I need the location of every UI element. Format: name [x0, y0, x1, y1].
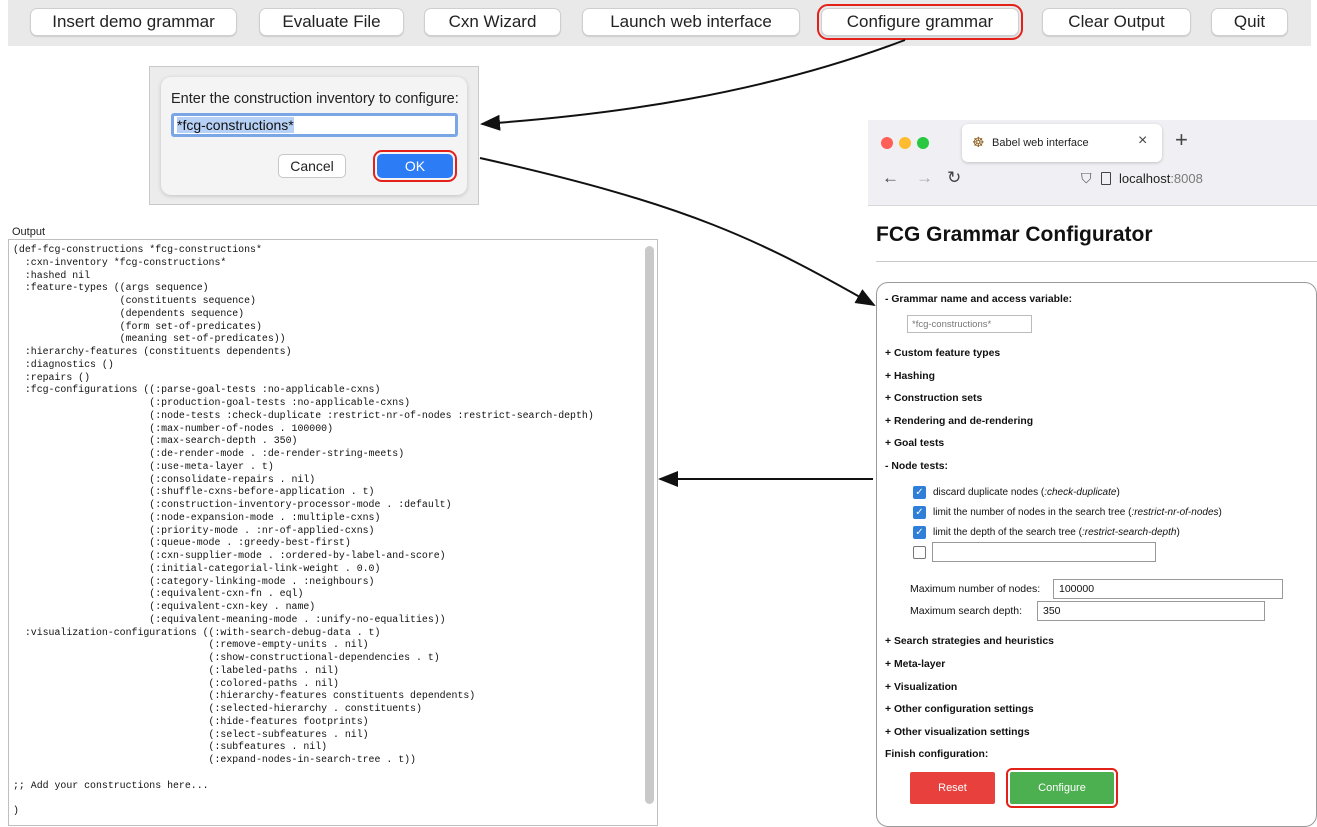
- ok-button[interactable]: OK: [373, 150, 457, 182]
- page-info-icon[interactable]: [1101, 172, 1111, 185]
- url-port: :8008: [1170, 171, 1203, 186]
- section-construction-sets[interactable]: + Construction sets: [885, 393, 982, 404]
- cxn-wizard-button[interactable]: Cxn Wizard: [424, 8, 561, 36]
- shield-icon[interactable]: ⛉: [1081, 170, 1092, 187]
- node-test-label: limit the depth of the search tree (:res…: [933, 527, 1180, 538]
- checkbox-restrict-search-depth[interactable]: ✓: [913, 526, 926, 539]
- reload-icon[interactable]: ↻: [947, 168, 961, 188]
- dialog-card: Enter the construction inventory to conf…: [161, 77, 467, 195]
- configurator-form: - Grammar name and access variable: *fcg…: [876, 282, 1317, 827]
- section-other-config[interactable]: + Other configuration settings: [885, 704, 1034, 715]
- section-visualization[interactable]: + Visualization: [885, 682, 957, 693]
- zoom-window-icon[interactable]: [917, 137, 929, 149]
- inventory-name-value: *fcg-constructions*: [177, 117, 294, 133]
- close-tab-icon[interactable]: ×: [1138, 132, 1147, 150]
- arrow-configure-to-dialog: [480, 39, 906, 131]
- configure-button[interactable]: Configure: [1006, 768, 1118, 808]
- babel-favicon-icon: ☸: [972, 134, 985, 150]
- inventory-name-input[interactable]: *fcg-constructions*: [171, 113, 458, 137]
- checkbox-restrict-nr-of-nodes[interactable]: ✓: [913, 506, 926, 519]
- custom-node-test-input[interactable]: [932, 542, 1156, 562]
- output-title: Output: [12, 226, 46, 238]
- max-nodes-input[interactable]: 100000: [1053, 579, 1283, 599]
- output-panel: (def-fcg-constructions *fcg-construction…: [8, 239, 658, 826]
- max-depth-input[interactable]: 350: [1037, 601, 1265, 621]
- page-title: FCG Grammar Configurator: [876, 223, 1153, 246]
- section-rendering[interactable]: + Rendering and de-rendering: [885, 416, 1033, 427]
- toolbar: Insert demo grammar Evaluate File Cxn Wi…: [8, 0, 1311, 46]
- tab-title: Babel web interface: [992, 137, 1089, 149]
- checkbox-check-duplicate[interactable]: ✓: [913, 486, 926, 499]
- dialog-prompt: Enter the construction inventory to conf…: [171, 91, 459, 107]
- section-other-visualization[interactable]: + Other visualization settings: [885, 727, 1030, 738]
- section-grammar-name[interactable]: - Grammar name and access variable:: [885, 294, 1072, 305]
- node-test-label: discard duplicate nodes (:check-duplicat…: [933, 487, 1120, 498]
- url-host: localhost: [1119, 171, 1171, 186]
- section-hashing[interactable]: + Hashing: [885, 371, 935, 382]
- reset-button[interactable]: Reset: [910, 772, 995, 804]
- forward-icon[interactable]: →: [916, 168, 933, 188]
- browser-window: ☸ Babel web interface × + ← → ↻ ⛉ localh…: [868, 120, 1317, 827]
- evaluate-file-button[interactable]: Evaluate File: [259, 8, 404, 36]
- clear-output-button[interactable]: Clear Output: [1042, 8, 1191, 36]
- finish-heading: Finish configuration:: [885, 749, 989, 760]
- close-window-icon[interactable]: [881, 137, 893, 149]
- section-custom-feature-types[interactable]: + Custom feature types: [885, 348, 1000, 359]
- max-depth-label: Maximum search depth:: [910, 605, 1023, 617]
- browser-chrome: ☸ Babel web interface × + ← → ↻ ⛉ localh…: [868, 120, 1317, 206]
- section-meta-layer[interactable]: + Meta-layer: [885, 659, 945, 670]
- output-text: (def-fcg-constructions *fcg-construction…: [13, 244, 594, 816]
- title-divider: [876, 261, 1317, 262]
- cancel-button[interactable]: Cancel: [278, 154, 346, 178]
- minimize-window-icon[interactable]: [899, 137, 911, 149]
- checkbox-custom-node-test[interactable]: [913, 546, 926, 559]
- max-nodes-label: Maximum number of nodes:: [910, 583, 1041, 595]
- new-tab-icon[interactable]: +: [1175, 127, 1188, 153]
- grammar-name-input[interactable]: *fcg-constructions*: [907, 315, 1032, 333]
- configure-grammar-button[interactable]: Configure grammar: [817, 4, 1023, 40]
- back-icon[interactable]: ←: [882, 168, 899, 188]
- section-node-tests[interactable]: - Node tests:: [885, 461, 948, 472]
- url-bar[interactable]: localhost:8008: [1119, 171, 1203, 186]
- output-scrollbar[interactable]: [645, 246, 654, 804]
- browser-tab[interactable]: ☸ Babel web interface ×: [962, 124, 1162, 162]
- section-search-strategies[interactable]: + Search strategies and heuristics: [885, 636, 1054, 647]
- node-test-label: limit the number of nodes in the search …: [933, 507, 1222, 518]
- quit-button[interactable]: Quit: [1211, 8, 1288, 36]
- insert-demo-grammar-button[interactable]: Insert demo grammar: [30, 8, 237, 36]
- section-goal-tests[interactable]: + Goal tests: [885, 438, 944, 449]
- configure-dialog: Enter the construction inventory to conf…: [149, 66, 479, 205]
- launch-web-interface-button[interactable]: Launch web interface: [582, 8, 800, 36]
